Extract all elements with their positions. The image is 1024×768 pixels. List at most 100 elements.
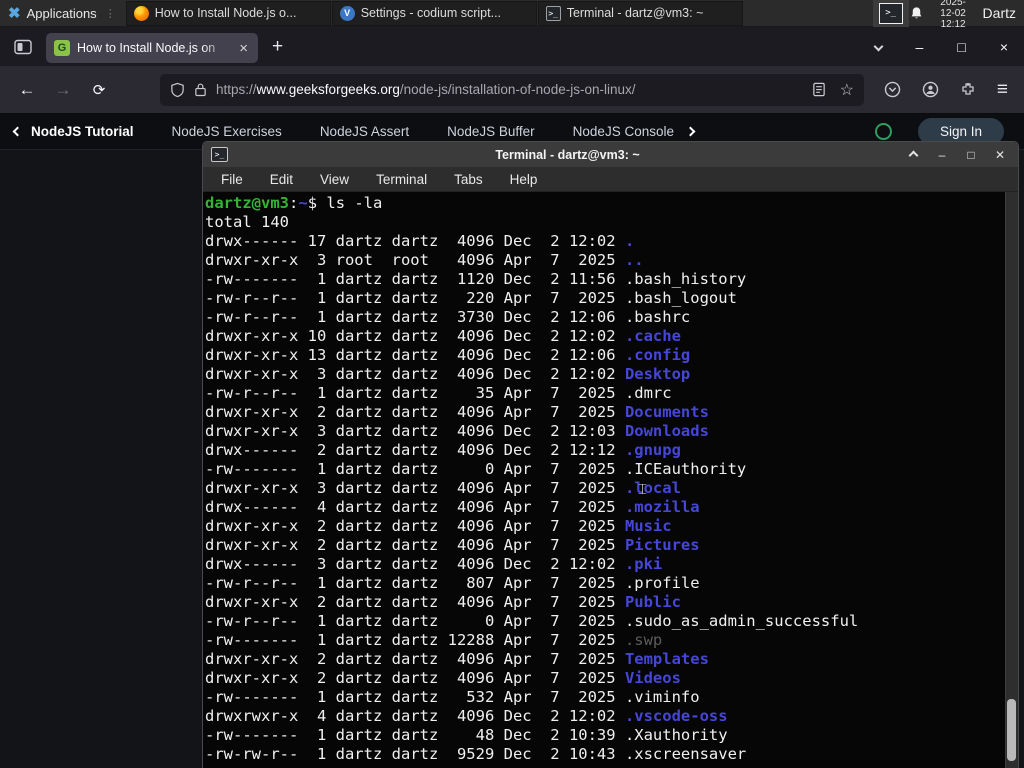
terminal-ls-row: -rw------- 1 dartz dartz 12288 Apr 7 202… xyxy=(205,631,663,649)
taskbar-window-title: How to Install Node.js o... xyxy=(154,6,297,20)
applications-menu-button[interactable]: ✖ Applications ⋮ xyxy=(0,0,126,27)
terminal-menubar: File Edit View Terminal Tabs Help xyxy=(203,167,1018,192)
terminal-ls-row: -rw-r--r-- 1 dartz dartz 35 Apr 7 2025 .… xyxy=(205,384,672,402)
terminal-menu-terminal[interactable]: Terminal xyxy=(376,172,427,187)
taskbar-window-title: Terminal - dartz@vm3: ~ xyxy=(566,6,704,20)
taskbar-window-button[interactable]: How to Install Node.js o... xyxy=(125,0,331,26)
terminal-icon: >_ xyxy=(545,5,561,21)
terminal-window-title: Terminal - dartz@vm3: ~ xyxy=(495,147,640,162)
firefox-icon xyxy=(133,5,149,21)
panel-tray: 2025-12-02 12:12 Dartz xyxy=(909,0,1024,30)
firefox-tab-bar: G How to Install Node.js on × + – □ × xyxy=(0,27,1024,66)
terminal-ls-row: drwx------ 17 dartz dartz 4096 Dec 2 12:… xyxy=(205,232,635,250)
mouse-ibeam-cursor: ⌶ xyxy=(638,480,648,498)
terminal-ls-row: -rw------- 1 dartz dartz 48 Dec 2 10:39 … xyxy=(205,726,728,744)
terminal-ls-row: drwxr-xr-x 2 dartz dartz 4096 Apr 7 2025… xyxy=(205,650,709,668)
window-taskbar: How to Install Node.js o... V Settings - c… xyxy=(125,0,743,27)
desktop: ✖ Applications ⋮ How to Install Node.js … xyxy=(0,0,1024,768)
terminal-ls-row: drwxr-xr-x 2 dartz dartz 4096 Apr 7 2025… xyxy=(205,669,681,687)
window-minimize-button[interactable]: – xyxy=(916,39,924,55)
window-maximize-button[interactable]: □ xyxy=(957,39,965,55)
terminal-ls-row: -rw-r--r-- 1 dartz dartz 220 Apr 7 2025 … xyxy=(205,289,737,307)
browser-tab-active[interactable]: G How to Install Node.js on × xyxy=(46,33,258,63)
back-button[interactable]: ← xyxy=(12,75,42,105)
terminal-launcher-icon: >_ xyxy=(878,2,903,24)
gfg-nav-item[interactable]: NodeJS Buffer xyxy=(447,124,535,139)
account-icon[interactable] xyxy=(922,81,939,98)
terminal-ls-row: drwxr-xr-x 3 dartz dartz 4096 Apr 7 2025… xyxy=(205,479,681,497)
url-scheme: https:// xyxy=(216,82,257,97)
terminal-ls-row: drwxr-xr-x 2 dartz dartz 4096 Apr 7 2025… xyxy=(205,517,672,535)
terminal-menu-view[interactable]: View xyxy=(320,172,349,187)
terminal-close-button[interactable]: ✕ xyxy=(994,148,1006,162)
taskbar-window-button[interactable]: V Settings - codium script... xyxy=(331,0,537,26)
pocket-icon[interactable] xyxy=(884,81,901,98)
terminal-menu-tabs[interactable]: Tabs xyxy=(454,172,483,187)
terminal-ls-row: drwxr-xr-x 2 dartz dartz 4096 Apr 7 2025… xyxy=(205,403,709,421)
forward-button[interactable]: → xyxy=(48,75,78,105)
firefox-toolbar: ← → ⟳ https://www.geeksforgeeks.org/node… xyxy=(0,66,1024,114)
reload-button[interactable]: ⟳ xyxy=(84,75,114,105)
terminal-ls-row: drwxr-xr-x 3 dartz dartz 4096 Dec 2 12:0… xyxy=(205,365,691,383)
nav-scroll-right-icon[interactable] xyxy=(685,126,696,137)
toolbar-right-icons: ≡ xyxy=(884,80,1024,99)
tabbar-right-controls: – □ × xyxy=(873,39,1024,55)
terminal-maximize-button[interactable]: □ xyxy=(965,148,977,162)
terminal-launcher[interactable]: >_ xyxy=(872,0,909,27)
terminal-minimize-button[interactable]: – xyxy=(936,148,948,162)
notification-bell-icon[interactable] xyxy=(909,6,924,21)
list-all-tabs-icon[interactable] xyxy=(873,41,883,52)
new-tab-button[interactable]: + xyxy=(272,36,283,58)
tracking-shield-icon[interactable] xyxy=(170,82,185,98)
terminal-ls-row: drwxr-xr-x 2 dartz dartz 4096 Apr 7 2025… xyxy=(205,536,700,554)
top-panel: ✖ Applications ⋮ How to Install Node.js … xyxy=(0,0,1024,30)
url-domain: www.geeksforgeeks.org xyxy=(256,82,400,97)
terminal-ls-row: drwxr-xr-x 10 dartz dartz 4096 Dec 2 12:… xyxy=(205,327,681,345)
url-text: https://www.geeksforgeeks.org/node-js/in… xyxy=(216,82,803,97)
terminal-window-icon: >_ xyxy=(211,147,228,162)
terminal-menu-help[interactable]: Help xyxy=(510,172,538,187)
gfg-nav-item[interactable]: NodeJS Tutorial xyxy=(31,124,134,139)
terminal-menu-file[interactable]: File xyxy=(221,172,243,187)
url-path: /node-js/installation-of-node-js-on-linu… xyxy=(399,82,636,97)
terminal-body[interactable]: dartz@vm3:~$ ls -la total 140 drwx------ 1… xyxy=(203,192,1018,768)
applications-icon: ✖ xyxy=(8,5,21,22)
menu-hamburger-icon[interactable]: ≡ xyxy=(997,80,1008,99)
terminal-shade-button[interactable] xyxy=(907,148,919,162)
tab-close-icon[interactable]: × xyxy=(237,40,250,57)
nav-scroll-left-icon[interactable] xyxy=(12,126,23,137)
terminal-menu-edit[interactable]: Edit xyxy=(270,172,293,187)
reader-view-icon[interactable] xyxy=(812,82,826,97)
terminal-ls-row: -rw-r--r-- 1 dartz dartz 0 Apr 7 2025 .s… xyxy=(205,612,859,630)
terminal-ls-row: -rw-rw-r-- 1 dartz dartz 9529 Dec 2 10:4… xyxy=(205,745,747,763)
clock-date: 2025-12-02 xyxy=(940,0,966,19)
gfg-nav-items: NodeJS Tutorial NodeJS Exercises NodeJS As… xyxy=(31,124,687,139)
taskbar-window-button[interactable]: >_ Terminal - dartz@vm3: ~ xyxy=(537,0,743,26)
terminal-output: dartz@vm3:~$ ls -la total 140 drwx------ 1… xyxy=(205,194,1004,768)
applications-label: Applications xyxy=(26,5,97,21)
terminal-titlebar[interactable]: >_ Terminal - dartz@vm3: ~ – □ ✕ xyxy=(203,142,1018,167)
terminal-ls-row: drwxr-xr-x 3 dartz dartz 4096 Dec 2 12:0… xyxy=(205,422,709,440)
gfg-nav-item[interactable]: NodeJS Exercises xyxy=(172,124,282,139)
url-bar[interactable]: https://www.geeksforgeeks.org/node-js/in… xyxy=(160,73,864,106)
terminal-scrollbar[interactable] xyxy=(1005,192,1018,768)
lock-icon[interactable] xyxy=(194,82,207,97)
terminal-scrollbar-thumb[interactable] xyxy=(1007,699,1016,761)
firefox-view-icon[interactable] xyxy=(14,39,32,55)
taskbar-window-title: Settings - codium script... xyxy=(360,6,502,20)
terminal-ls-row: drwx------ 4 dartz dartz 4096 Apr 7 2025… xyxy=(205,498,700,516)
terminal-ls-row: drwxr-xr-x 2 dartz dartz 4096 Apr 7 2025… xyxy=(205,593,681,611)
terminal-ls-row: drwx------ 3 dartz dartz 4096 Dec 2 12:0… xyxy=(205,555,663,573)
panel-clock[interactable]: 2025-12-02 12:12 xyxy=(934,0,973,30)
bookmark-star-icon[interactable]: ☆ xyxy=(840,80,854,100)
gfg-nav-item[interactable]: NodeJS Assert xyxy=(320,124,409,139)
gfg-nav-item[interactable]: NodeJS Console xyxy=(573,124,674,139)
terminal-total-line: total 140 xyxy=(205,213,289,231)
terminal-ls-row: drwx------ 2 dartz dartz 4096 Dec 2 12:1… xyxy=(205,441,681,459)
panel-handle-icon: ⋮ xyxy=(104,7,116,20)
terminal-ls-row: -rw------- 1 dartz dartz 0 Apr 7 2025 .I… xyxy=(205,460,747,478)
extensions-puzzle-icon[interactable] xyxy=(960,82,976,98)
search-icon[interactable] xyxy=(874,123,892,140)
panel-username[interactable]: Dartz xyxy=(983,5,1016,21)
window-close-button[interactable]: × xyxy=(1000,39,1008,55)
